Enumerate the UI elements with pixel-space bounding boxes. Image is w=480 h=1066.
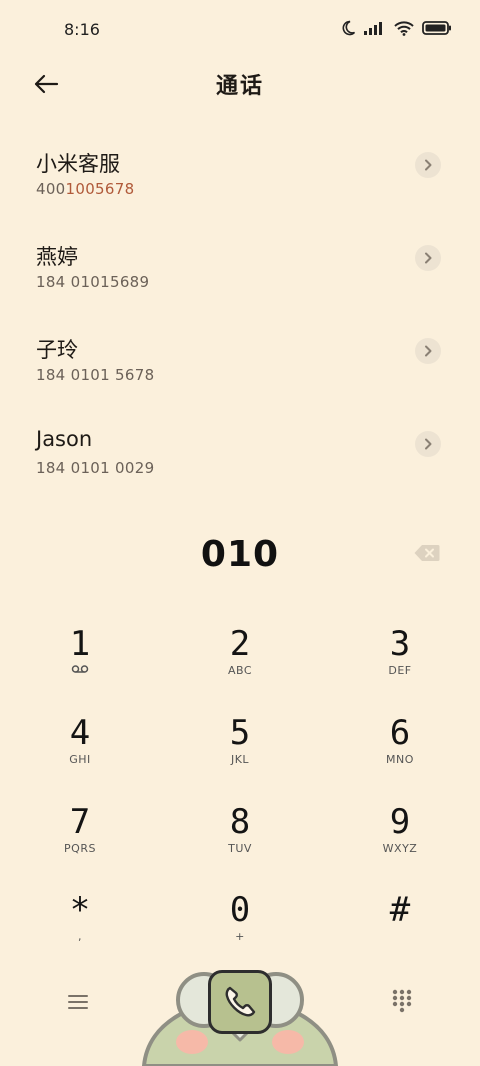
number-match: 1005678 [65, 180, 135, 198]
battery-icon [422, 21, 451, 35]
page-title: 通话 [215, 74, 264, 99]
key-star[interactable]: * , [20, 890, 140, 960]
backspace-icon [414, 545, 440, 561]
key-7[interactable]: 7 PQRS [20, 802, 140, 872]
call-button[interactable] [208, 970, 272, 1034]
number-text: 400 [36, 180, 66, 198]
voicemail-icon [20, 664, 140, 678]
dialpad-button[interactable] [390, 988, 414, 1014]
menu-button[interactable] [66, 990, 90, 1014]
wifi-icon [394, 20, 414, 36]
contact-detail-button[interactable] [415, 338, 441, 364]
key-letters: , [78, 930, 82, 943]
key-digit: 8 [229, 802, 251, 842]
key-letters: PQRS [64, 842, 96, 855]
contact-number: 184 0101 5678 [36, 366, 155, 384]
key-letters: ABC [227, 664, 253, 677]
contact-name: 小米客服 [36, 152, 120, 176]
chevron-right-icon [425, 438, 432, 450]
menu-icon [68, 995, 88, 1009]
key-letters: MNO [386, 753, 414, 766]
contact-item[interactable]: 子玲 184 0101 5678 [0, 334, 480, 414]
key-digit: 4 [69, 713, 91, 753]
key-digit: 5 [229, 713, 251, 753]
contact-name: 子玲 [36, 338, 78, 362]
key-digit: 3 [389, 624, 411, 664]
key-3[interactable]: 3 DEF [340, 624, 460, 694]
key-hash[interactable]: # [340, 890, 460, 960]
key-2[interactable]: 2 ABC [180, 624, 300, 694]
contact-name: 燕婷 [36, 245, 78, 269]
key-digit: # [389, 890, 411, 930]
status-bar: 8:16 [0, 0, 480, 62]
key-digit: 0 [229, 890, 251, 930]
contact-detail-button[interactable] [415, 431, 441, 457]
dialed-number-display: 010 [0, 528, 480, 580]
key-letters: JKL [230, 753, 250, 766]
signal-icon [364, 22, 382, 35]
key-1[interactable]: 1 [20, 624, 140, 694]
key-digit: 2 [229, 624, 251, 664]
contact-item[interactable]: 燕婷 184 01015689 [0, 241, 480, 321]
key-8[interactable]: 8 TUV [180, 802, 300, 872]
dialpad-icon [392, 989, 412, 1013]
key-6[interactable]: 6 MNO [340, 713, 460, 783]
moon-icon [342, 20, 356, 36]
contact-name: Jason [36, 427, 93, 451]
contact-item[interactable]: 小米客服 4001005678 [0, 148, 480, 228]
chevron-right-icon [425, 159, 432, 171]
contact-number: 184 01015689 [36, 273, 150, 291]
key-digit: 7 [69, 802, 91, 842]
contact-number: 184 0101 0029 [36, 459, 155, 477]
key-digit: * [69, 890, 91, 930]
key-letters: + [235, 930, 245, 943]
header: 通话 [0, 62, 480, 106]
key-digit: 1 [69, 624, 91, 664]
chevron-right-icon [425, 252, 432, 264]
backspace-button[interactable] [414, 544, 440, 562]
contact-item[interactable]: Jason 184 0101 0029 [0, 427, 480, 507]
key-letters: DEF [388, 664, 412, 677]
contact-detail-button[interactable] [415, 152, 441, 178]
key-0[interactable]: 0 + [180, 890, 300, 960]
contact-detail-button[interactable] [415, 245, 441, 271]
key-letters: TUV [228, 842, 252, 855]
key-letters: WXYZ [382, 842, 418, 855]
contact-number: 4001005678 [36, 180, 134, 198]
dialed-number: 010 [200, 534, 280, 575]
key-9[interactable]: 9 WXYZ [340, 802, 460, 872]
key-digit: 9 [389, 802, 411, 842]
chevron-right-icon [425, 345, 432, 357]
status-icons [340, 20, 452, 36]
status-time: 8:16 [64, 20, 100, 39]
key-4[interactable]: 4 GHI [20, 713, 140, 783]
phone-icon [225, 986, 256, 1017]
key-5[interactable]: 5 JKL [180, 713, 300, 783]
key-digit: 6 [389, 713, 411, 753]
key-letters: GHI [69, 753, 91, 766]
